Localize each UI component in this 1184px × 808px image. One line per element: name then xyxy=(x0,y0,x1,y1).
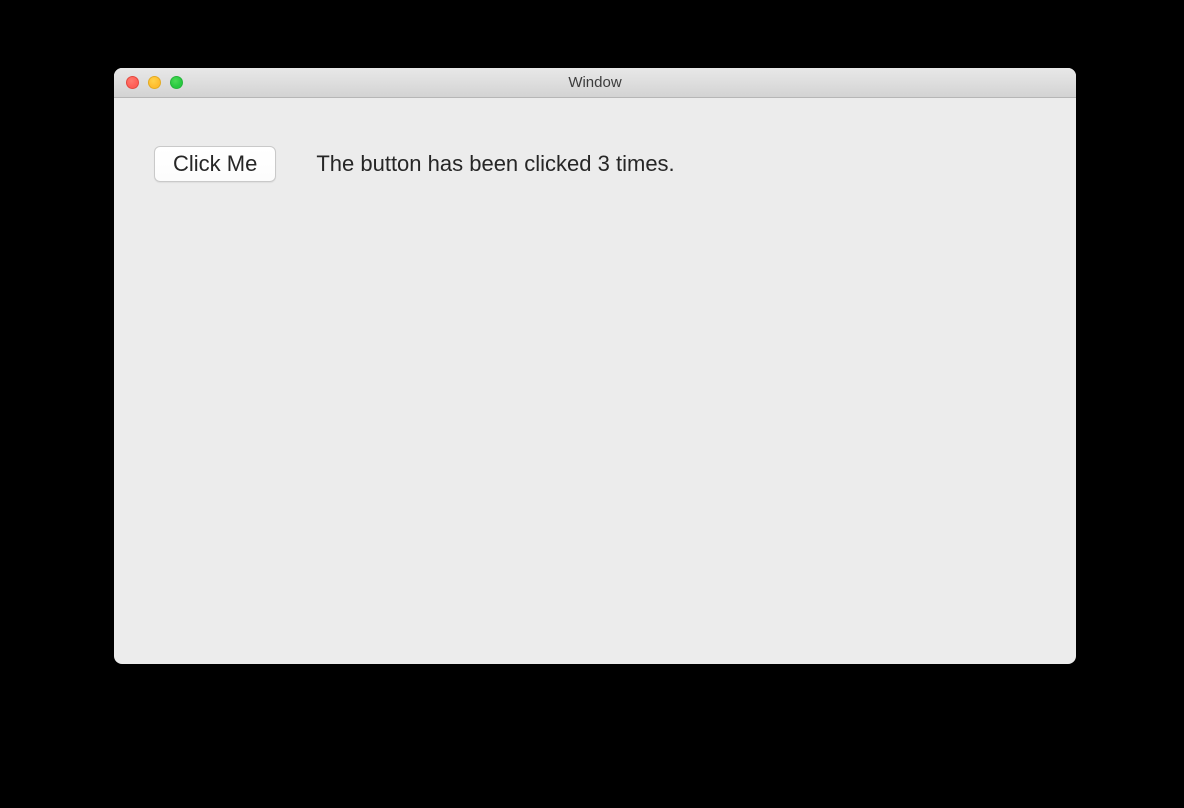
window-content: Click Me The button has been clicked 3 t… xyxy=(114,98,1076,230)
app-window: Window Click Me The button has been clic… xyxy=(114,68,1076,664)
traffic-lights xyxy=(114,76,183,89)
minimize-icon[interactable] xyxy=(148,76,161,89)
click-count-label: The button has been clicked 3 times. xyxy=(316,151,674,177)
window-title: Window xyxy=(114,74,1076,91)
zoom-icon[interactable] xyxy=(170,76,183,89)
click-me-button[interactable]: Click Me xyxy=(154,146,276,182)
close-icon[interactable] xyxy=(126,76,139,89)
titlebar[interactable]: Window xyxy=(114,68,1076,98)
